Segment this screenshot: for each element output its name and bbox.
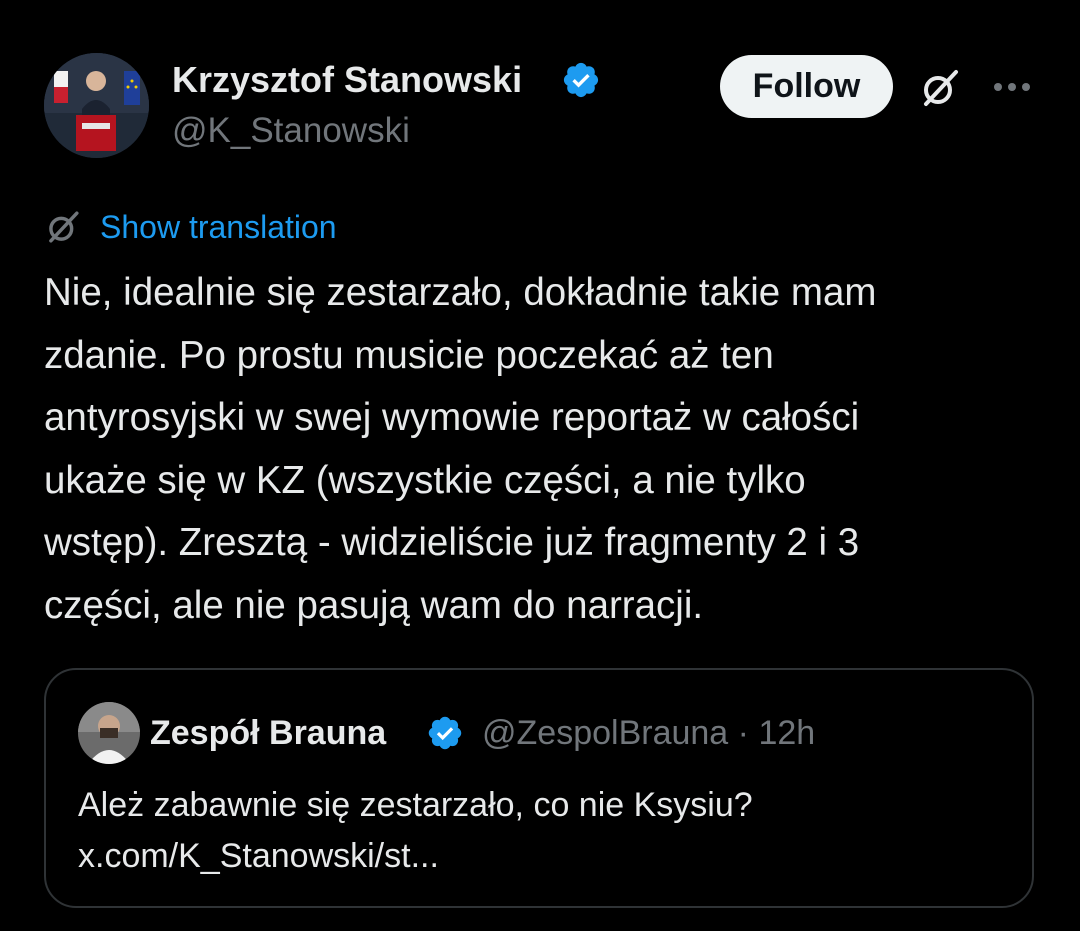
- verified-badge-icon: [428, 716, 462, 750]
- quoted-tweet-card[interactable]: Zespół Brauna @ZespolBrauna · 12h Ależ z…: [44, 668, 1034, 908]
- author-display-name[interactable]: Krzysztof Stanowski: [172, 58, 522, 102]
- grok-icon[interactable]: [918, 66, 962, 110]
- quoted-avatar-image: [78, 702, 140, 764]
- quoted-tweet-text: Ależ zabawnie się zestarzało, co nie Ksy…: [78, 786, 753, 875]
- tweet-text: Nie, idealnie się zestarzało, dokładnie …: [44, 271, 877, 627]
- quoted-author-avatar[interactable]: [78, 702, 140, 764]
- show-translation-label: Show translation: [100, 209, 337, 245]
- author-handle[interactable]: @K_Stanowski: [172, 109, 410, 153]
- more-horizontal-icon[interactable]: [990, 70, 1034, 104]
- meta-separator: ·: [737, 714, 749, 752]
- author-avatar-image: [44, 53, 149, 158]
- grok-icon: [49, 211, 79, 243]
- quoted-author-display-name[interactable]: Zespół Brauna: [150, 711, 386, 755]
- verified-badge-icon: [563, 62, 599, 98]
- follow-button[interactable]: Follow: [720, 55, 893, 118]
- author-avatar[interactable]: [44, 53, 149, 158]
- quoted-author-meta: @ZespolBrauna · 12h: [482, 711, 815, 755]
- quoted-author-handle[interactable]: @ZespolBrauna: [482, 714, 728, 752]
- show-translation-link[interactable]: Show translation: [44, 205, 337, 249]
- quoted-tweet-time[interactable]: 12h: [758, 714, 815, 752]
